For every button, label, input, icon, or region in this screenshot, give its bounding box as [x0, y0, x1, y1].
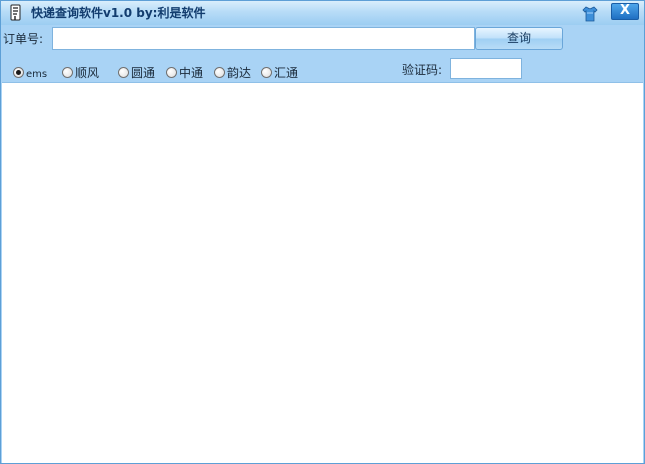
- carrier-label: 中通: [179, 66, 204, 80]
- window-title: 快递查询软件v1.0 by:利是软件: [31, 6, 206, 20]
- title-bar[interactable]: 快递查询软件v1.0 by:利是软件 X: [1, 1, 644, 25]
- radio-unchecked-icon[interactable]: [62, 67, 73, 78]
- carrier-label: 汇通: [274, 66, 299, 80]
- close-icon: X: [619, 3, 631, 18]
- app-window: 快递查询软件v1.0 by:利是软件 X 订单号: 查询 ems 顺风 圆通 中…: [0, 0, 645, 464]
- carrier-radio-yunda[interactable]: 韵达: [214, 65, 251, 81]
- skin-icon[interactable]: [581, 5, 599, 23]
- carrier-label: 圆通: [131, 66, 156, 80]
- close-button[interactable]: X: [611, 3, 639, 20]
- carrier-label: 韵达: [227, 66, 252, 80]
- radio-unchecked-icon[interactable]: [214, 67, 225, 78]
- carrier-radio-yuantong[interactable]: 圆通: [118, 65, 155, 81]
- carrier-label: 顺风: [75, 66, 100, 80]
- order-number-input[interactable]: [52, 27, 475, 50]
- captcha-input[interactable]: [450, 58, 522, 79]
- carrier-radio-shunfeng[interactable]: 顺风: [62, 65, 99, 81]
- carrier-radio-ems[interactable]: ems: [13, 65, 47, 81]
- carrier-radio-zhongtong[interactable]: 中通: [166, 65, 203, 81]
- app-icon: [9, 4, 23, 22]
- carrier-label: ems: [26, 69, 48, 80]
- query-button[interactable]: 查询: [475, 27, 563, 50]
- result-pane[interactable]: [2, 82, 643, 463]
- radio-checked-icon[interactable]: [13, 67, 24, 78]
- radio-unchecked-icon[interactable]: [118, 67, 129, 78]
- order-number-label: 订单号:: [3, 32, 44, 46]
- radio-unchecked-icon[interactable]: [166, 67, 177, 78]
- radio-unchecked-icon[interactable]: [261, 67, 272, 78]
- carrier-radio-huitong[interactable]: 汇通: [261, 65, 298, 81]
- captcha-label: 验证码:: [402, 63, 443, 77]
